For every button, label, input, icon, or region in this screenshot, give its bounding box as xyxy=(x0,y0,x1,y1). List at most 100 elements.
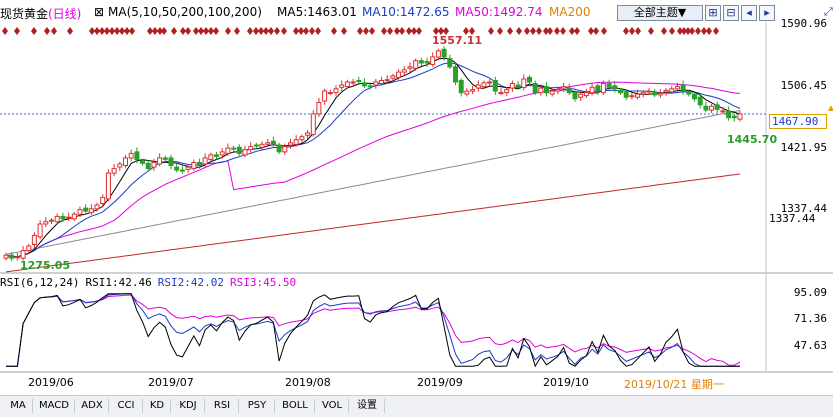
tab-kd[interactable]: KD xyxy=(144,399,171,413)
candle xyxy=(470,89,476,92)
event-marker xyxy=(635,27,641,35)
candle xyxy=(100,196,106,204)
tab-adx[interactable]: ADX xyxy=(76,399,109,413)
tab-ma[interactable]: MA xyxy=(4,399,33,413)
candle xyxy=(527,76,532,83)
candle xyxy=(276,144,282,153)
candle xyxy=(327,92,333,95)
rsi3-line xyxy=(6,294,741,367)
candle xyxy=(316,102,322,115)
candle xyxy=(344,81,350,88)
candle xyxy=(288,142,293,146)
tab-settings[interactable]: 设置 xyxy=(350,399,385,413)
candle xyxy=(151,162,157,168)
candle xyxy=(384,79,390,82)
candle xyxy=(435,50,441,58)
event-marker xyxy=(399,27,405,35)
candle xyxy=(14,256,20,259)
price-pointer-icon: ▲ xyxy=(826,103,833,114)
candle xyxy=(185,166,191,170)
candle xyxy=(117,163,123,168)
candle xyxy=(396,71,402,78)
candle xyxy=(282,146,288,153)
candle xyxy=(293,139,299,145)
candle xyxy=(487,81,493,84)
event-marker xyxy=(507,27,513,35)
candle xyxy=(248,146,254,151)
candle xyxy=(265,142,271,145)
rsi-params: RSI(6,12,24) xyxy=(0,276,80,289)
candle xyxy=(612,85,618,90)
event-marker xyxy=(14,27,20,35)
candle xyxy=(726,110,732,119)
candles xyxy=(3,46,743,262)
candle xyxy=(322,90,328,102)
event-marker xyxy=(689,27,695,35)
event-marker xyxy=(661,27,667,35)
candle xyxy=(162,157,168,160)
candle xyxy=(123,157,128,166)
candle xyxy=(350,81,356,84)
tab-cci[interactable]: CCI xyxy=(110,399,143,413)
event-marker xyxy=(387,27,393,35)
event-marker xyxy=(497,27,503,35)
event-marker xyxy=(554,27,560,35)
candle xyxy=(413,60,419,69)
candle xyxy=(663,89,669,93)
candle xyxy=(441,48,447,58)
tab-rsi[interactable]: RSI xyxy=(206,399,239,413)
candle xyxy=(77,209,83,215)
candle xyxy=(71,213,77,220)
tab-macd[interactable]: MACD xyxy=(34,399,75,413)
event-marker xyxy=(629,27,635,35)
event-marker xyxy=(669,27,675,35)
event-marker xyxy=(623,27,629,35)
tab-vol[interactable]: VOL xyxy=(316,399,349,413)
event-marker xyxy=(247,27,253,35)
price-chart[interactable] xyxy=(0,0,833,395)
tab-psy[interactable]: PSY xyxy=(240,399,275,413)
candle xyxy=(447,58,453,68)
candle xyxy=(140,160,146,164)
level-label: 1337.44 xyxy=(769,212,816,225)
candle xyxy=(225,147,231,154)
candle xyxy=(134,151,140,160)
candle xyxy=(168,157,174,166)
candle xyxy=(88,208,94,214)
candle xyxy=(66,216,72,219)
rsi-header: RSI(6,12,24) RSI1:42.46 RSI2:42.02 RSI3:45.… xyxy=(0,276,302,289)
x-axis-label: 2019/08 xyxy=(285,376,331,389)
event-marker xyxy=(488,27,494,35)
rsi2-line xyxy=(6,293,740,367)
x-axis-label: 2019/06 xyxy=(28,376,74,389)
candle xyxy=(686,92,692,95)
event-marker xyxy=(341,27,347,35)
candle xyxy=(299,136,305,141)
candle xyxy=(191,162,197,170)
event-marker xyxy=(31,27,37,35)
candle xyxy=(652,92,658,96)
candle xyxy=(561,86,567,89)
candle xyxy=(453,66,458,83)
candle xyxy=(259,143,265,148)
event-marker xyxy=(161,27,167,35)
ma5-line xyxy=(5,57,741,258)
event-marker xyxy=(274,27,280,35)
candle xyxy=(498,92,504,95)
event-marker xyxy=(213,27,219,35)
candle xyxy=(367,85,373,88)
event-marker xyxy=(706,27,712,35)
candle xyxy=(202,157,208,165)
candle xyxy=(242,149,248,156)
event-marker xyxy=(309,27,315,35)
ma100-line xyxy=(5,109,741,255)
event-marker xyxy=(416,27,422,35)
candle xyxy=(179,169,185,172)
event-marker xyxy=(51,27,57,35)
tab-boll[interactable]: BOLL xyxy=(276,399,315,413)
x-axis-label: 2019/10 xyxy=(543,376,589,389)
ma100-line xyxy=(5,109,741,255)
tab-kdj[interactable]: KDJ xyxy=(172,399,205,413)
candle xyxy=(20,250,26,259)
candle xyxy=(390,75,396,79)
